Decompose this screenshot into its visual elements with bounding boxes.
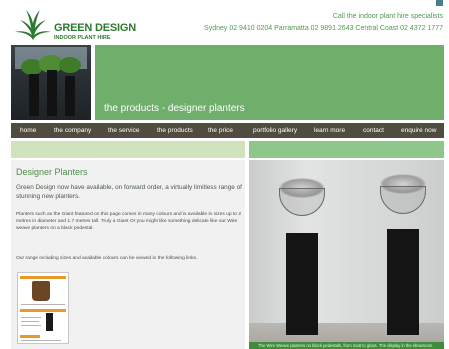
- nav-enquire-now[interactable]: enquire now: [401, 127, 436, 134]
- nav-the-products[interactable]: the products: [157, 127, 193, 134]
- main-nav: home the company the service the product…: [11, 123, 444, 138]
- corner-decoration: [436, 0, 443, 6]
- page-title: the products - designer planters: [104, 103, 245, 114]
- nav-the-company[interactable]: the company: [54, 127, 91, 134]
- product-photo: [249, 160, 444, 349]
- brochure-thumbnail[interactable]: [17, 272, 69, 344]
- phone-numbers: Sydney 02 9410 0204 Parramatta 02 9891 2…: [204, 25, 443, 32]
- photo-header-band: [249, 141, 444, 158]
- logo-subtitle: INDOOR PLANT HIRE: [54, 35, 111, 41]
- body-paragraph-links: Our range including sizes and available …: [16, 256, 198, 261]
- logo-title: GREEN DESIGN: [54, 22, 136, 34]
- content-heading: Designer Planters: [16, 167, 88, 177]
- banner-photo: [11, 45, 91, 120]
- nav-learn-more[interactable]: learn more: [314, 127, 345, 134]
- nav-home[interactable]: home: [20, 127, 36, 134]
- content-header-band: [11, 141, 245, 158]
- nav-contact[interactable]: contact: [363, 127, 384, 134]
- intro-text: Green Design now have available, on forw…: [16, 184, 242, 200]
- photo-caption: The Wire Weave planters on black pedesta…: [258, 343, 434, 348]
- body-paragraph: Planters such as the Giant featured on t…: [16, 212, 242, 231]
- tagline: Call the indoor plant hire specialists: [332, 13, 443, 20]
- nav-the-price[interactable]: the price: [208, 127, 233, 134]
- nav-portfolio-gallery[interactable]: portfolio gallery: [253, 127, 297, 134]
- nav-the-service[interactable]: the service: [108, 127, 139, 134]
- plant-logo-icon: [15, 10, 51, 40]
- logo[interactable]: GREEN DESIGN INDOOR PLANT HIRE: [14, 8, 136, 42]
